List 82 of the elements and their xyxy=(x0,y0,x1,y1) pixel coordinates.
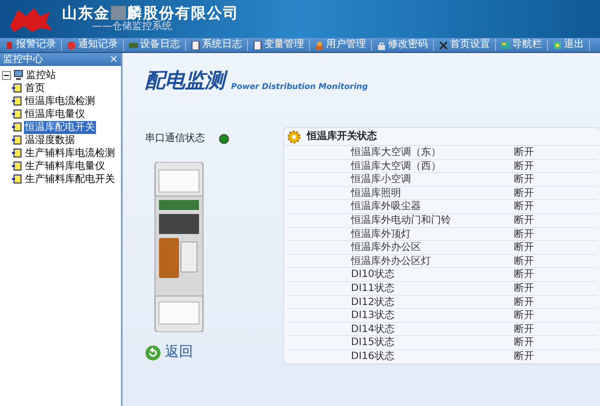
switch-name: 恒温库大空调（西） xyxy=(350,160,442,172)
switch-state: 断开 xyxy=(514,336,534,349)
panel-title: 恒温库开关状态 xyxy=(307,129,377,144)
switch-name: 恒温库外办公区灯 xyxy=(350,254,432,268)
menu-item[interactable]: 报警记录 xyxy=(0,39,62,51)
tree-node[interactable]: 恒温库电量仪 xyxy=(24,108,86,120)
page-subtitle: Power Distribution Monitoring xyxy=(231,80,368,92)
menu-item[interactable]: 变量管理 xyxy=(248,39,310,51)
switch-name: 恒温库外顶灯 xyxy=(350,228,412,240)
switch-name: DI13状态 xyxy=(350,309,396,322)
switch-name: DI15状态 xyxy=(350,336,396,349)
menu-item[interactable]: 用户管理 xyxy=(310,39,372,51)
tree-node[interactable]: 生产辅料库电流检测 xyxy=(24,146,116,160)
page-icon xyxy=(12,148,22,158)
switch-state: 断开 xyxy=(514,309,534,322)
switch-state: 断开 xyxy=(514,282,534,295)
tree-node[interactable]: 恒温库电流检测 xyxy=(24,94,96,108)
user-icon xyxy=(315,40,324,50)
switch-state: 断开 xyxy=(514,350,534,362)
switch-state: 断开 xyxy=(514,200,534,213)
switch-name: 恒温库外电动门和门铃 xyxy=(350,214,452,227)
panel-icon xyxy=(501,40,510,50)
close-button[interactable]: × xyxy=(110,52,118,67)
menu-item[interactable]: 退出 xyxy=(548,39,590,51)
switch-name: DI16状态 xyxy=(350,350,396,362)
computer-icon xyxy=(13,70,24,80)
switch-name: 恒温库大空调（东） xyxy=(350,146,442,159)
tree-node[interactable]: 生产辅料库配电开关 xyxy=(24,172,116,186)
page-icon xyxy=(12,122,22,132)
status-label: 串口通信状态 xyxy=(145,132,205,146)
switch-name: DI14状态 xyxy=(350,322,396,336)
switch-name: DI11状态 xyxy=(350,282,396,295)
switch-state: 断开 xyxy=(514,241,534,254)
tree-node[interactable]: 温湿度数据 xyxy=(24,134,76,146)
switch-name: 恒温库小空调 xyxy=(350,173,412,186)
blurred-character xyxy=(111,6,126,20)
company-name-text: 麟股份有限公司 xyxy=(127,5,239,21)
switch-name: 恒温库照明 xyxy=(350,186,402,200)
exit-icon xyxy=(553,40,562,50)
switch-state: 断开 xyxy=(514,254,534,268)
switch-name: DI10状态 xyxy=(350,268,396,281)
tree-node[interactable]: 监控站 xyxy=(26,68,56,82)
sidebar-title: 监控中心 xyxy=(3,52,43,67)
switch-state: 断开 xyxy=(514,214,534,227)
switch-state: 断开 xyxy=(514,173,534,186)
system-subtitle: ——仓储监控系统 xyxy=(92,21,173,33)
menu-item[interactable]: 通知记录 xyxy=(62,39,124,51)
menu-item[interactable]: 导航栏 xyxy=(496,39,548,51)
switch-name: DI12状态 xyxy=(350,296,396,308)
gear-icon xyxy=(287,130,301,144)
switch-state: 断开 xyxy=(514,146,534,159)
menu-item[interactable]: 修改密码 xyxy=(372,39,434,51)
back-button[interactable]: 返回 xyxy=(145,342,283,363)
page-icon xyxy=(12,96,22,106)
switch-state: 断开 xyxy=(514,186,534,200)
collapse-toggle-icon[interactable] xyxy=(2,70,11,80)
document-icon xyxy=(253,40,262,50)
switch-name: 恒温库外办公区 xyxy=(350,241,422,254)
document-icon xyxy=(191,40,200,50)
page-icon xyxy=(12,109,22,119)
page-icon xyxy=(12,174,22,184)
switch-state: 断开 xyxy=(514,160,534,172)
menu-item[interactable]: 设备日志 xyxy=(124,39,186,51)
switch-state: 断开 xyxy=(514,228,534,240)
page-icon xyxy=(12,83,22,93)
switch-state: 断开 xyxy=(514,268,534,281)
menu-item[interactable]: 系统日志 xyxy=(186,39,248,51)
tools-icon xyxy=(439,40,448,50)
page-icon xyxy=(12,135,22,145)
menu-item[interactable]: 首页设置 xyxy=(434,39,496,51)
tree-node[interactable]: 生产辅料库电量仪 xyxy=(24,160,106,172)
switch-name: 恒温库外吸尘器 xyxy=(350,200,422,213)
tree-node[interactable]: 恒温库配电开关 xyxy=(24,120,96,134)
bell-icon xyxy=(67,40,76,50)
tree-node[interactable]: 首页 xyxy=(24,82,46,94)
switch-state: 断开 xyxy=(514,322,534,336)
alarm-icon xyxy=(5,40,14,50)
page-icon xyxy=(12,161,22,171)
company-name-text: 山东金 xyxy=(62,5,110,21)
lock-icon xyxy=(377,40,386,50)
switch-state: 断开 xyxy=(514,296,534,308)
device-icon xyxy=(129,40,138,50)
